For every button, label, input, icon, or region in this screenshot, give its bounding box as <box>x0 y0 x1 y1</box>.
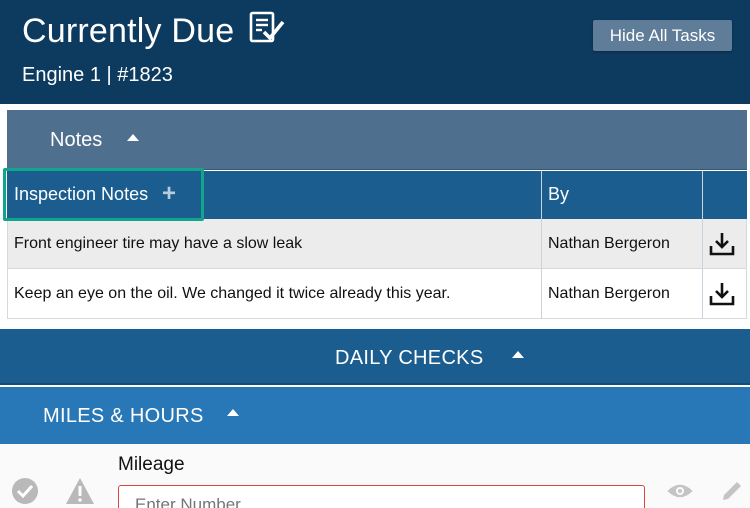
note-text: Front engineer tire may have a slow leak <box>14 235 303 252</box>
check-circle-icon[interactable] <box>11 477 39 505</box>
page-header: Currently Due Engine 1 | #1823 Hide All … <box>0 0 750 104</box>
hide-all-tasks-button[interactable]: Hide All Tasks <box>593 20 732 51</box>
warning-icon[interactable] <box>65 477 95 505</box>
table-row: Front engineer tire may have a slow leak… <box>7 219 747 269</box>
caret-up-icon <box>227 409 239 416</box>
caret-up-icon <box>512 351 524 358</box>
mileage-label: Mileage <box>118 454 185 475</box>
inspection-notes-highlight <box>3 168 204 221</box>
checklist-icon <box>249 11 285 43</box>
notes-section-toggle[interactable]: Notes <box>7 110 747 170</box>
mileage-input[interactable] <box>118 485 645 508</box>
column-divider <box>702 171 703 319</box>
caret-up-icon <box>127 134 139 141</box>
notes-section-label: Notes <box>50 129 103 151</box>
mileage-task-item: Mileage <box>0 444 750 508</box>
note-author: Nathan Bergeron <box>548 285 670 302</box>
table-border-left <box>7 219 8 319</box>
daily-checks-toggle[interactable]: DAILY CHECKS <box>0 329 750 385</box>
daily-checks-label: DAILY CHECKS <box>335 347 484 369</box>
column-divider <box>541 171 542 319</box>
eye-icon[interactable] <box>666 482 694 500</box>
download-icon[interactable] <box>709 281 735 307</box>
note-text: Keep an eye on the oil. We changed it tw… <box>14 285 451 302</box>
table-border-right <box>746 219 747 319</box>
by-header: By <box>548 184 570 204</box>
pencil-icon[interactable] <box>720 478 744 502</box>
note-author: Nathan Bergeron <box>548 235 670 252</box>
miles-hours-toggle[interactable]: MILES & HOURS <box>0 387 750 444</box>
miles-hours-label: MILES & HOURS <box>43 405 204 427</box>
page-title: Currently Due <box>22 12 235 50</box>
vehicle-subtitle: Engine 1 | #1823 <box>22 64 173 86</box>
download-icon[interactable] <box>709 231 735 257</box>
table-row: Keep an eye on the oil. We changed it tw… <box>7 269 747 319</box>
